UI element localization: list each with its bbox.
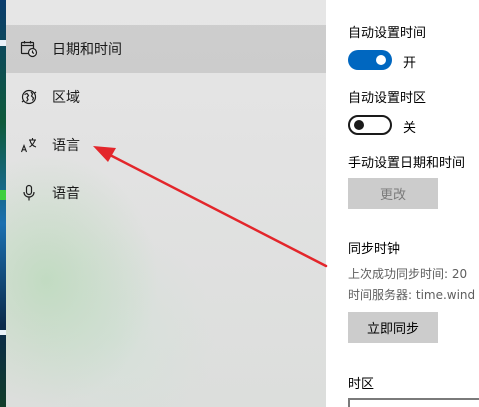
sidebar-item-label: 日期和时间 — [52, 42, 122, 58]
sync-clock-title: 同步时钟 — [348, 242, 401, 257]
auto-time-label: 自动设置时间 — [348, 26, 427, 41]
sidebar-item-date-time[interactable]: 日期和时间 — [6, 25, 326, 73]
auto-timezone-toggle[interactable] — [348, 115, 392, 135]
time-server-text: 时间服务器: time.wind — [348, 288, 476, 302]
date-time-settings-pane: 自动设置时间 开 自动设置时区 关 手动设置日期和时间 更改 同步时钟 上次成功… — [326, 0, 479, 407]
calendar-clock-icon — [20, 40, 38, 58]
auto-time-toggle[interactable] — [348, 50, 392, 70]
microphone-icon — [20, 184, 38, 202]
sidebar-item-region[interactable]: 区域 — [6, 73, 326, 121]
language-icon — [20, 136, 38, 154]
manual-date-time-label: 手动设置日期和时间 — [348, 156, 466, 171]
sidebar-item-label: 语言 — [52, 138, 80, 154]
timezone-label: 时区 — [348, 377, 375, 392]
last-sync-text: 上次成功同步时间: 20 — [348, 267, 468, 281]
toggle-knob — [376, 55, 386, 65]
sidebar-item-speech[interactable]: 语音 — [6, 169, 326, 217]
sidebar-item-language[interactable]: 语言 — [6, 121, 326, 169]
auto-timezone-label: 自动设置时区 — [348, 91, 427, 106]
timezone-dropdown[interactable] — [348, 398, 479, 407]
sync-now-button[interactable]: 立即同步 — [348, 312, 438, 343]
auto-time-state: 开 — [403, 56, 417, 71]
sidebar: 日期和时间 区域 语言 语音 — [6, 0, 326, 407]
globe-region-icon — [20, 88, 38, 106]
settings-window: 日期和时间 区域 语言 语音 自动设置时间 开 自动设置时区 关 手动设置日期和… — [0, 0, 479, 407]
toggle-knob — [354, 120, 364, 130]
auto-timezone-state: 关 — [403, 121, 417, 136]
sidebar-item-label: 语音 — [52, 186, 80, 202]
change-button[interactable]: 更改 — [348, 178, 438, 209]
sidebar-item-label: 区域 — [52, 90, 80, 106]
